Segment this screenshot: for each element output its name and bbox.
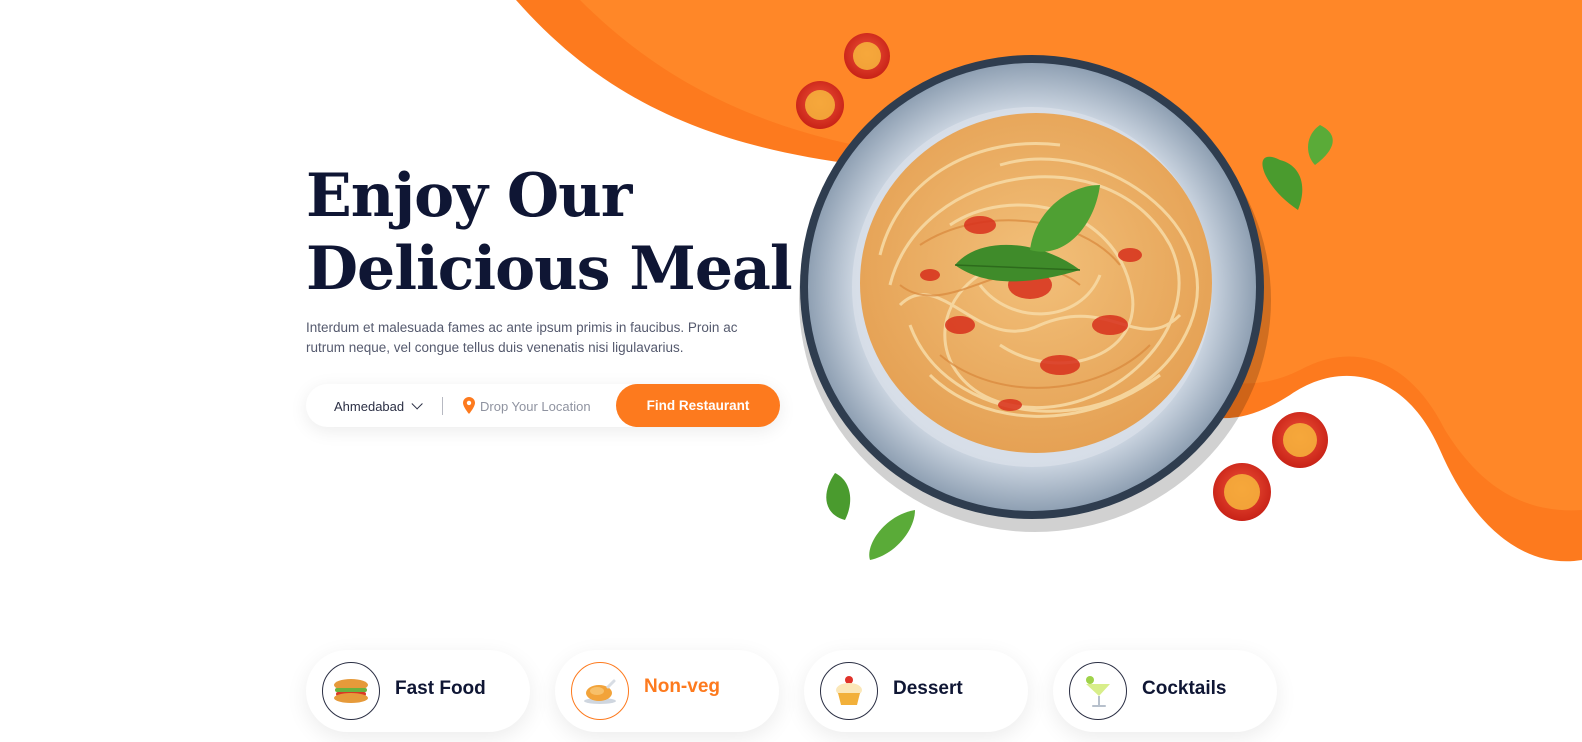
city-dropdown[interactable]: Ahmedabad: [334, 396, 423, 416]
hero-title: Enjoy Our Delicious Meal: [306, 160, 793, 306]
find-restaurant-button[interactable]: Find Restaurant: [616, 384, 780, 427]
category-card-non-veg[interactable]: Non-veg: [555, 650, 779, 732]
chevron-down-icon: [411, 398, 423, 410]
roast-chicken-icon: [571, 662, 629, 720]
hero-description: Interdum et malesuada fames ac ante ipsu…: [306, 320, 738, 355]
category-card-dessert[interactable]: Dessert: [804, 650, 1028, 732]
category-label: Fast Food: [395, 678, 486, 699]
tomato-decor: [796, 33, 890, 129]
spaghetti-plate-image: [796, 33, 1333, 560]
cupcake-icon: [820, 662, 878, 720]
hero-title-line1: Enjoy Our: [306, 161, 632, 231]
location-input[interactable]: [480, 394, 615, 418]
category-card-cocktails[interactable]: Cocktails: [1053, 650, 1277, 732]
city-dropdown-value: Ahmedabad: [334, 398, 405, 414]
category-label: Non-veg: [644, 676, 720, 697]
restaurant-search-bar: Ahmedabad Find Restaurant: [306, 384, 780, 427]
category-label: Cocktails: [1142, 678, 1227, 699]
sandwich-icon: [322, 662, 380, 720]
search-divider: [442, 397, 443, 415]
cocktail-icon: [1069, 662, 1127, 720]
hero-title-line2: Delicious Meal: [306, 234, 793, 304]
location-pin-icon: [463, 397, 475, 414]
category-card-fast-food[interactable]: Fast Food: [306, 650, 530, 732]
category-label: Dessert: [893, 678, 963, 699]
hero-section: Enjoy Our Delicious Meal Interdum et mal…: [0, 0, 1582, 742]
